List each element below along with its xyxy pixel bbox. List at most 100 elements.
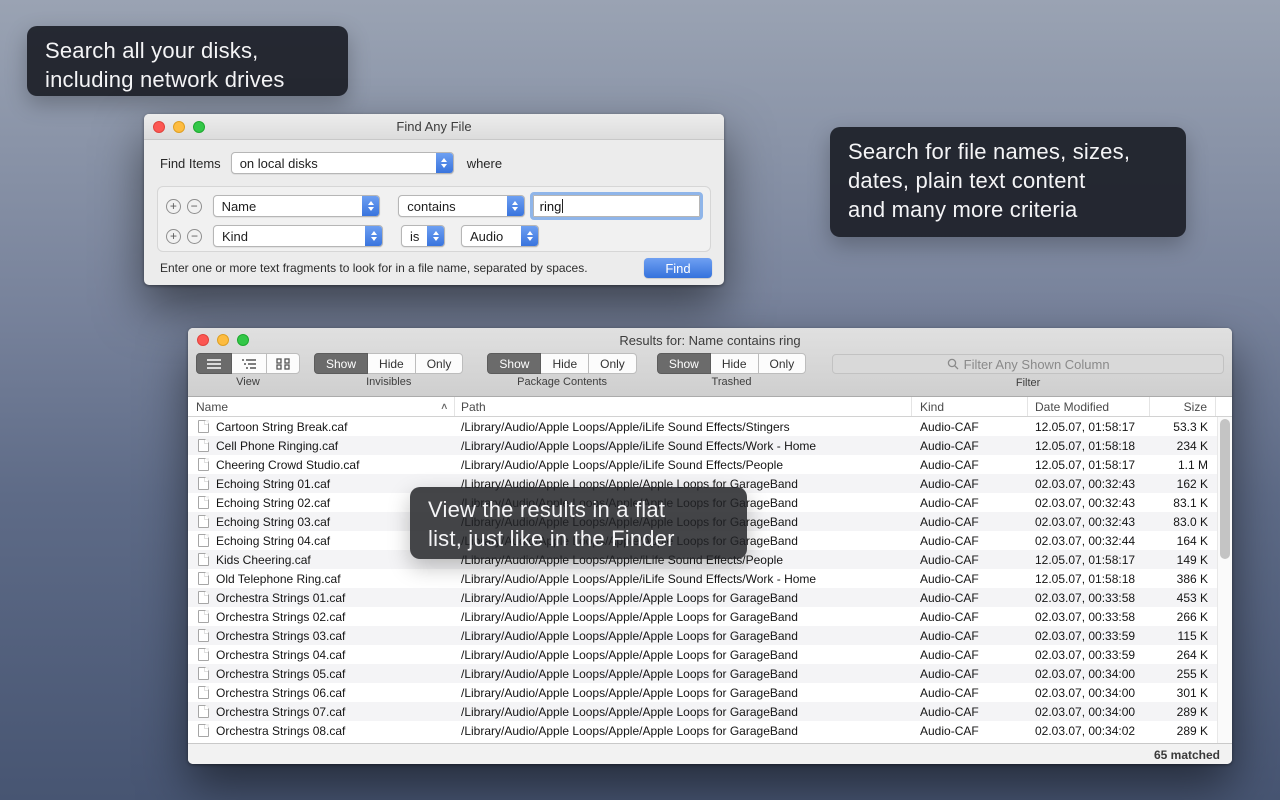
filter-input[interactable]: Filter Any Shown Column	[832, 354, 1224, 374]
scrollbar-thumb[interactable]	[1220, 419, 1230, 559]
view-hierarchical-button[interactable]	[231, 353, 267, 374]
criterion-row-name: + − Name contains ring	[166, 195, 700, 217]
package-show-button[interactable]: Show	[487, 353, 541, 374]
cell-size: 266 K	[1150, 610, 1216, 624]
table-row[interactable]: Cartoon String Break.caf/Library/Audio/A…	[188, 417, 1232, 436]
column-header-name[interactable]: Name ∧	[188, 397, 455, 416]
cell-kind: Audio-CAF	[912, 477, 1028, 491]
table-row[interactable]: Orchestra Strings 07.caf/Library/Audio/A…	[188, 702, 1232, 721]
plus-icon: +	[170, 200, 177, 213]
cell-size: 53.3 K	[1150, 420, 1216, 434]
close-button[interactable]	[197, 334, 209, 346]
file-icon	[198, 458, 209, 471]
table-row[interactable]: Old Telephone Ring.caf/Library/Audio/App…	[188, 569, 1232, 588]
view-flat-list-button[interactable]	[196, 353, 232, 374]
window-controls	[197, 334, 249, 346]
trashed-hide-button[interactable]: Hide	[710, 353, 759, 374]
trashed-only-button[interactable]: Only	[758, 353, 807, 374]
popup-stepper-icon	[427, 226, 444, 246]
callout-line: dates, plain text content	[848, 166, 1168, 195]
popup-stepper-icon	[365, 226, 382, 246]
invisibles-hide-button[interactable]: Hide	[367, 353, 416, 374]
window-controls	[153, 121, 205, 133]
table-row[interactable]: Orchestra Strings 04.caf/Library/Audio/A…	[188, 645, 1232, 664]
cell-name: Old Telephone Ring.caf	[188, 572, 455, 586]
operator-popup-value: is	[410, 229, 419, 244]
operator-popup[interactable]: is	[401, 225, 445, 247]
add-criterion-button[interactable]: +	[166, 229, 181, 244]
callout-search-disks: Search all your disks, including network…	[27, 26, 348, 96]
table-header: Name ∧ Path Kind Date Modified Size	[188, 397, 1232, 417]
table-row[interactable]: Orchestra Strings 01.caf/Library/Audio/A…	[188, 588, 1232, 607]
cell-size: 301 K	[1150, 686, 1216, 700]
file-icon	[198, 667, 209, 680]
table-row[interactable]: Orchestra Strings 08.caf/Library/Audio/A…	[188, 721, 1232, 740]
minimize-button[interactable]	[173, 121, 185, 133]
attribute-popup-value: Kind	[222, 229, 248, 244]
attribute-popup[interactable]: Name	[213, 195, 381, 217]
results-titlebar[interactable]: Results for: Name contains ring	[188, 328, 1232, 352]
add-criterion-button[interactable]: +	[166, 199, 181, 214]
cell-date: 02.03.07, 00:34:00	[1028, 705, 1150, 719]
column-header-path[interactable]: Path	[455, 397, 912, 416]
invisibles-only-button[interactable]: Only	[415, 353, 464, 374]
cell-date: 12.05.07, 01:58:17	[1028, 553, 1150, 567]
callout-flat-list: View the results in a flat list, just li…	[410, 487, 747, 559]
table-row[interactable]: Orchestra Strings 05.caf/Library/Audio/A…	[188, 664, 1232, 683]
cell-name: Orchestra Strings 05.caf	[188, 667, 455, 681]
remove-criterion-button[interactable]: −	[187, 229, 202, 244]
package-only-button[interactable]: Only	[588, 353, 637, 374]
header-scrollbar-stub	[1216, 397, 1232, 416]
kind-value-popup[interactable]: Audio	[461, 225, 539, 247]
operator-popup[interactable]: contains	[398, 195, 524, 217]
column-header-size[interactable]: Size	[1150, 397, 1216, 416]
cell-kind: Audio-CAF	[912, 420, 1028, 434]
table-row[interactable]: Orchestra Strings 03.caf/Library/Audio/A…	[188, 626, 1232, 645]
cell-name: Orchestra Strings 02.caf	[188, 610, 455, 624]
cell-name: Cell Phone Ringing.caf	[188, 439, 455, 453]
text-caret	[562, 199, 563, 213]
column-header-date-modified[interactable]: Date Modified	[1028, 397, 1150, 416]
callout-line: and many more criteria	[848, 195, 1168, 224]
cell-date: 02.03.07, 00:32:43	[1028, 477, 1150, 491]
search-term-input[interactable]: ring	[533, 195, 700, 217]
zoom-button[interactable]	[237, 334, 249, 346]
scope-popup[interactable]: on local disks	[231, 152, 454, 174]
table-row[interactable]: Orchestra Strings 06.caf/Library/Audio/A…	[188, 683, 1232, 702]
cell-date: 02.03.07, 00:34:00	[1028, 667, 1150, 681]
package-contents-group-label: Package Contents	[517, 376, 607, 388]
cell-name: Cartoon String Break.caf	[188, 420, 455, 434]
cell-kind: Audio-CAF	[912, 610, 1028, 624]
table-row[interactable]: Orchestra Strings 02.caf/Library/Audio/A…	[188, 607, 1232, 626]
popup-stepper-icon	[436, 153, 453, 173]
invisibles-show-button[interactable]: Show	[314, 353, 368, 374]
popup-stepper-icon	[521, 226, 538, 246]
find-items-label: Find Items	[160, 156, 221, 171]
cell-size: 149 K	[1150, 553, 1216, 567]
table-row[interactable]: Cheering Crowd Studio.caf/Library/Audio/…	[188, 455, 1232, 474]
cell-path: /Library/Audio/Apple Loops/Apple/Apple L…	[455, 591, 912, 605]
cell-path: /Library/Audio/Apple Loops/Apple/iLife S…	[455, 458, 912, 472]
close-button[interactable]	[153, 121, 165, 133]
attribute-popup[interactable]: Kind	[213, 225, 383, 247]
view-grid-button[interactable]	[266, 353, 300, 374]
remove-criterion-button[interactable]: −	[187, 199, 202, 214]
table-row[interactable]: Cell Phone Ringing.caf/Library/Audio/App…	[188, 436, 1232, 455]
trashed-show-button[interactable]: Show	[657, 353, 711, 374]
package-hide-button[interactable]: Hide	[540, 353, 589, 374]
cell-date: 02.03.07, 00:32:43	[1028, 515, 1150, 529]
status-bar: 65 matched	[188, 743, 1232, 764]
file-icon	[198, 515, 209, 528]
column-header-kind[interactable]: Kind	[912, 397, 1028, 416]
file-icon	[198, 648, 209, 661]
cell-path: /Library/Audio/Apple Loops/Apple/iLife S…	[455, 439, 912, 453]
find-button[interactable]: Find	[644, 258, 712, 278]
file-icon	[198, 477, 209, 490]
zoom-button[interactable]	[193, 121, 205, 133]
cell-date: 02.03.07, 00:32:43	[1028, 496, 1150, 510]
minimize-button[interactable]	[217, 334, 229, 346]
find-window-titlebar[interactable]: Find Any File	[144, 114, 724, 140]
results-header-area: Results for: Name contains ring	[188, 328, 1232, 397]
vertical-scrollbar[interactable]	[1217, 417, 1232, 743]
callout-search-criteria: Search for file names, sizes, dates, pla…	[830, 127, 1186, 237]
